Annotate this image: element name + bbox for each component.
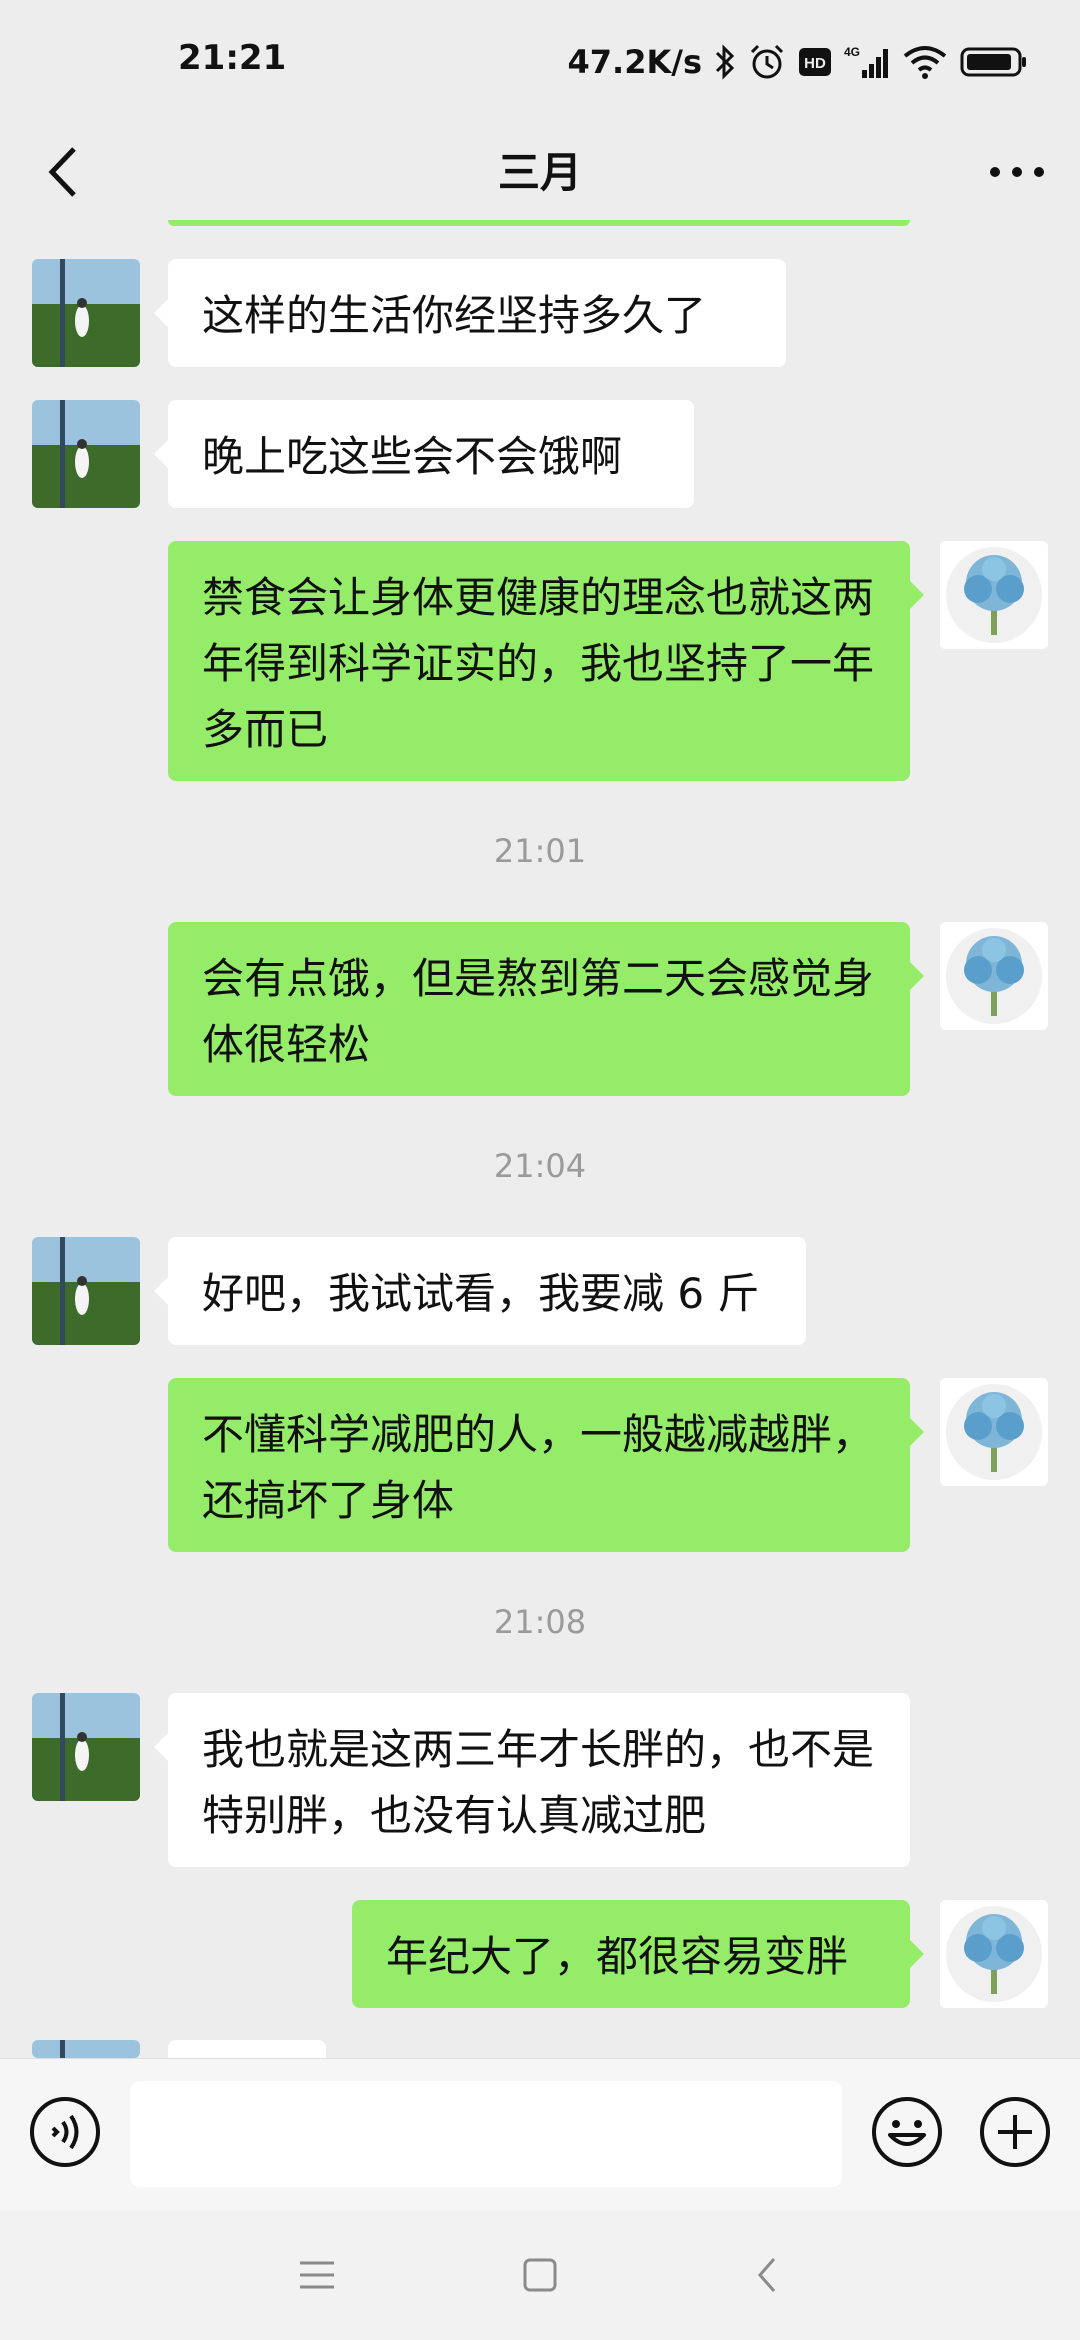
status-icons: 47.2K/s HD 4G — [568, 38, 1028, 86]
contact-avatar[interactable] — [32, 259, 140, 367]
message-bubble-outgoing[interactable]: 不懂科学减肥的人，一般越减越胖，还搞坏了身体 — [168, 1378, 924, 1552]
battery-icon — [960, 47, 1026, 77]
plus-circle-icon — [980, 2097, 1050, 2167]
self-avatar[interactable] — [940, 1900, 1048, 2008]
voice-icon — [30, 2097, 100, 2167]
contact-avatar[interactable] — [32, 400, 140, 508]
previous-message-edge — [168, 220, 910, 226]
system-nav-bar — [0, 2210, 1080, 2340]
home-button[interactable] — [515, 2250, 565, 2300]
time-divider: 21:01 — [493, 832, 587, 870]
more-dots-icon — [990, 167, 1044, 177]
status-time: 21:21 — [178, 38, 287, 78]
time-divider: 21:08 — [493, 1603, 587, 1641]
contact-avatar[interactable] — [32, 1693, 140, 1801]
time-divider: 21:04 — [493, 1147, 587, 1185]
plus-button[interactable] — [978, 2095, 1052, 2169]
menu-icon — [300, 2261, 334, 2289]
wifi-icon — [903, 46, 947, 79]
self-avatar[interactable] — [940, 541, 1048, 649]
network-speed: 47.2K/s — [567, 43, 702, 81]
self-avatar[interactable] — [940, 922, 1048, 1030]
alarm-icon — [750, 44, 784, 79]
message-bubble-incoming[interactable]: 好吧，我试试看，我要减 6 斤 — [154, 1237, 806, 1345]
voice-button[interactable] — [28, 2095, 102, 2169]
message-bubble-outgoing[interactable]: 会有点饿，但是熬到第二天会感觉身体很轻松 — [168, 922, 924, 1096]
message-bubble-incoming[interactable]: 我也就是这两三年才长胖的，也不是特别胖，也没有认真减过肥 — [154, 1693, 910, 1867]
message-bubble-incoming[interactable]: 这样的生活你经坚持多久了 — [154, 259, 786, 367]
hd-icon: HD — [799, 48, 831, 76]
message-bubble-incoming-partial[interactable] — [168, 2040, 326, 2058]
message-bubble-incoming[interactable]: 晚上吃这些会不会饿啊 — [154, 400, 694, 508]
back-triangle-icon — [758, 2258, 776, 2292]
home-square-icon — [523, 2258, 557, 2292]
input-bar — [0, 2058, 1080, 2210]
svg-text:HD: HD — [804, 55, 826, 72]
message-input[interactable] — [130, 2081, 842, 2187]
emoji-icon — [872, 2097, 942, 2167]
chat-header: 三月 — [0, 125, 1080, 220]
nav-back-button[interactable] — [743, 2250, 793, 2300]
more-button[interactable] — [982, 137, 1052, 207]
menu-button[interactable] — [292, 2250, 342, 2300]
status-bar: 21:21 47.2K/s HD 4G — [0, 0, 1080, 125]
contact-avatar[interactable] — [32, 2040, 140, 2058]
self-avatar[interactable] — [940, 1378, 1048, 1486]
emoji-button[interactable] — [870, 2095, 944, 2169]
bluetooth-icon — [715, 44, 735, 80]
chat-title: 三月 — [497, 148, 582, 197]
message-bubble-outgoing[interactable]: 年纪大了，都很容易变胖 — [352, 1900, 924, 2008]
message-bubble-outgoing[interactable]: 禁食会让身体更健康的理念也就这两年得到科学证实的，我也坚持了一年多而已 — [168, 541, 924, 781]
svg-text:4G: 4G — [844, 45, 860, 59]
signal-4g-icon: 4G — [844, 45, 888, 78]
message-list[interactable]: 这样的生活你经坚持多久了 晚上吃这些会不会饿啊 禁食会让身体更健康的理念也就这两… — [0, 220, 1080, 2058]
contact-avatar[interactable] — [32, 1237, 140, 1345]
